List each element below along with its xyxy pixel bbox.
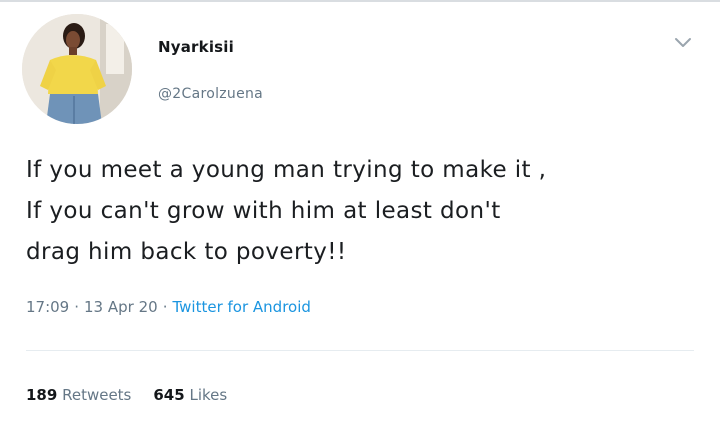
tweet-time[interactable]: 17:09 (26, 298, 69, 316)
user-handle[interactable]: @2Carolzuena (158, 86, 263, 102)
tweet-card: Nyarkisii @2Carolzuena If you meet a you… (0, 0, 720, 438)
chevron-down-icon[interactable] (672, 34, 694, 52)
tweet-text-line: drag him back to poverty!! (26, 239, 347, 265)
divider (26, 350, 694, 351)
tweet-date[interactable]: 13 Apr 20 (84, 298, 158, 316)
retweets-label: Retweets (62, 386, 132, 404)
separator: · (162, 298, 168, 316)
tweet-source-link[interactable]: Twitter for Android (172, 298, 310, 316)
tweet-meta: 17:09 · 13 Apr 20 · Twitter for Android (26, 298, 311, 316)
separator: · (74, 298, 80, 316)
display-name[interactable]: Nyarkisii (158, 38, 234, 56)
tweet-text-line: If you can't grow with him at least don'… (26, 198, 501, 224)
retweets-count: 189 (26, 386, 58, 404)
retweets-stat[interactable]: 189 Retweets (26, 386, 131, 404)
likes-label: Likes (189, 386, 228, 404)
tweet-stats: 189 Retweets 645 Likes (26, 386, 227, 404)
tweet-text-line: If you meet a young man trying to make i… (26, 157, 547, 183)
likes-count: 645 (153, 386, 185, 404)
avatar[interactable] (22, 14, 132, 124)
tweet-text: If you meet a young man trying to make i… (26, 150, 706, 273)
likes-stat[interactable]: 645 Likes (153, 386, 227, 404)
